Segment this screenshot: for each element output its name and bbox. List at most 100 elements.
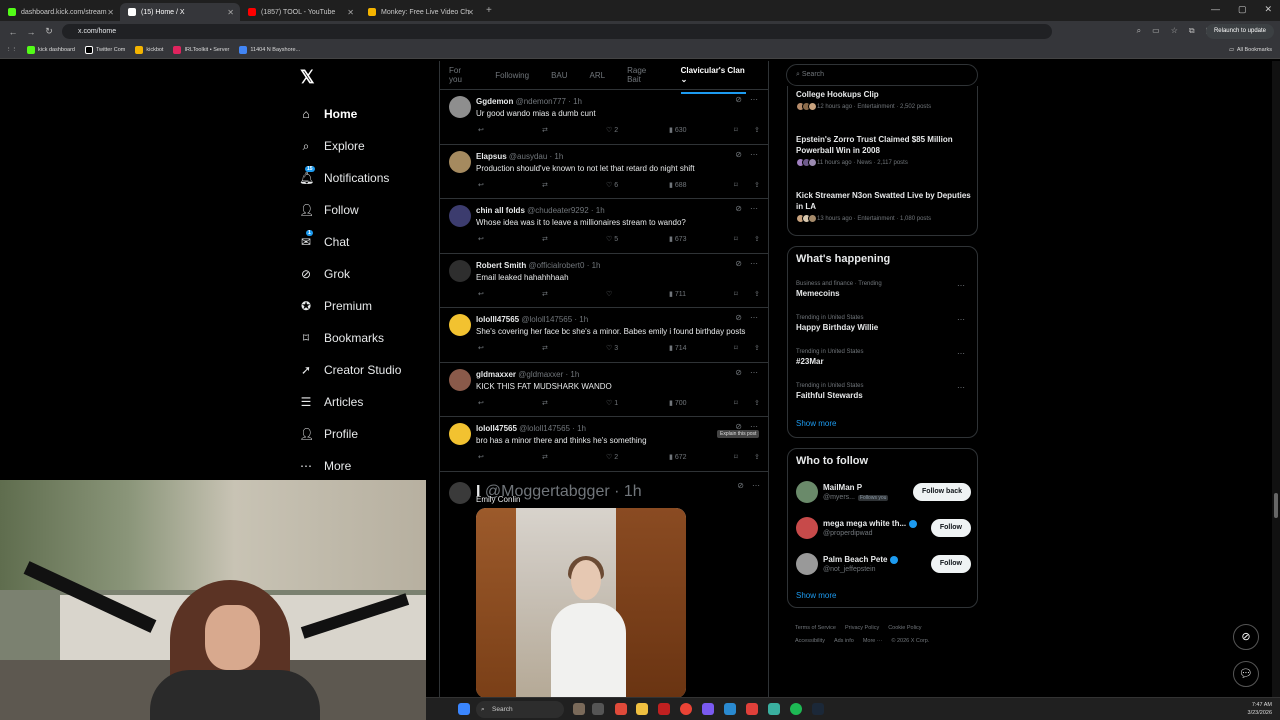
minimize-icon[interactable]: — xyxy=(1211,4,1220,15)
tab-following[interactable]: Following xyxy=(495,71,529,80)
all-bookmarks[interactable]: ▭ All Bookmarks xyxy=(1229,47,1272,53)
user-name[interactable]: Palm Beach Pete xyxy=(823,555,899,564)
more-options-icon[interactable]: ⋯ xyxy=(750,95,758,104)
avatar[interactable] xyxy=(796,517,818,539)
news-item[interactable]: Epstein's Zorro Trust Claimed $85 Millio… xyxy=(796,134,971,167)
tab-rage-bait[interactable]: Rage Bait xyxy=(627,66,658,84)
maximize-icon[interactable]: ▢ xyxy=(1238,4,1247,15)
show-more-link[interactable]: Show more xyxy=(796,591,836,600)
repost-icon[interactable]: ⇄ xyxy=(542,344,548,352)
taskbar-search[interactable]: ⌕ Search xyxy=(476,701,564,718)
tab-for-you[interactable]: For you xyxy=(449,66,473,84)
user-name[interactable]: mega mega white th... xyxy=(823,519,918,528)
author-handle[interactable]: @lololl147565 · 1h xyxy=(521,315,588,324)
tab-bau[interactable]: BAU xyxy=(551,71,567,80)
more-options-icon[interactable]: ⋯ xyxy=(750,259,758,268)
grok-icon[interactable]: ⊘ xyxy=(735,368,742,377)
chrome-icon[interactable] xyxy=(680,703,692,715)
spotify-icon[interactable] xyxy=(790,703,802,715)
avatar[interactable] xyxy=(449,314,471,336)
more-options-icon[interactable]: ⋯ xyxy=(957,281,965,290)
zoom-icon[interactable]: ⌕ xyxy=(1137,26,1141,36)
views-button[interactable]: ▮ 714 xyxy=(669,344,687,352)
like-button[interactable]: ♡ 1 xyxy=(606,399,618,407)
browser-tab[interactable]: (1857) TOOL - YouTube ✕ xyxy=(240,3,360,21)
sidebar-item-creator-studio[interactable]: ➚ Creator Studio xyxy=(299,354,401,386)
extensions-icon[interactable]: ⧉ xyxy=(1189,26,1195,36)
grok-float-button[interactable]: ⊘ xyxy=(1233,624,1259,650)
post[interactable]: Robert Smith @officialrobert0 · 1h ⊘ ⋯ Emai… xyxy=(440,254,768,308)
author-handle[interactable]: @lololl147565 · 1h xyxy=(519,424,586,433)
browser-tab[interactable]: Monkey: Free Live Video Ch ✕ xyxy=(360,3,480,21)
sidebar-item-grok[interactable]: ⊘ Grok xyxy=(299,258,401,290)
trend-item[interactable]: Trending in United States Happy Birthday … xyxy=(796,315,971,332)
author-name[interactable]: chin all folds xyxy=(476,206,525,215)
app-icon[interactable] xyxy=(658,703,670,715)
more-options-icon[interactable]: ⋯ xyxy=(957,315,965,324)
avatar[interactable] xyxy=(449,368,471,391)
avatar[interactable] xyxy=(449,96,471,118)
repost-icon[interactable]: ⇄ xyxy=(542,399,548,407)
sidebar-item-follow[interactable]: 👤︎ Follow xyxy=(299,194,401,226)
bookmark-icon[interactable]: ⌑ xyxy=(734,181,738,189)
sidebar-item-articles[interactable]: ☰ Articles xyxy=(299,386,401,418)
news-item[interactable]: College Hookups Clip 12 hours ago · Enter… xyxy=(796,89,971,111)
reply-icon[interactable]: ↩ xyxy=(478,344,484,352)
scrollbar-thumb[interactable] xyxy=(1274,493,1278,518)
post[interactable]: lololll47565 @lololl147565 · 1h ⊘ ⋯ She's c… xyxy=(440,308,768,363)
author-name[interactable]: lololll47565 xyxy=(476,315,519,324)
bookmark-icon[interactable]: ⌑ xyxy=(734,453,738,461)
avatar[interactable] xyxy=(796,553,818,575)
author-handle[interactable]: @gldmaxxer · 1h xyxy=(518,370,579,379)
reply-icon[interactable]: ↩ xyxy=(478,181,484,189)
like-button[interactable]: ♡ xyxy=(606,290,612,298)
reply-icon[interactable]: ↩ xyxy=(478,235,484,243)
footer-link[interactable]: Terms of Service xyxy=(795,625,836,631)
suggested-user[interactable]: mega mega white th... @properdipwad Follow xyxy=(796,517,971,543)
share-icon[interactable]: ⇪ xyxy=(754,235,760,243)
sidebar-item-home[interactable]: ⌂ Home xyxy=(299,98,401,130)
grok-icon[interactable]: ⊘ xyxy=(735,95,742,104)
close-tab-icon[interactable]: ✕ xyxy=(467,8,474,17)
post-image[interactable] xyxy=(476,508,686,698)
tab-clan[interactable]: Clavicular's Clan ⌄ xyxy=(680,66,747,94)
more-options-icon[interactable]: ⋯ xyxy=(752,481,760,490)
reload-icon[interactable]: ↻ xyxy=(44,26,54,37)
bookmark-item[interactable]: kick dashboard xyxy=(27,46,75,54)
author-name[interactable]: Ggdemon xyxy=(476,97,513,106)
show-more-link[interactable]: Show more xyxy=(796,419,836,428)
author-handle[interactable]: @officialrobert0 · 1h xyxy=(528,261,600,270)
bookmark-icon[interactable]: ⌑ xyxy=(734,290,738,298)
forward-icon[interactable]: → xyxy=(26,27,36,37)
avatar[interactable] xyxy=(449,482,471,504)
grok-icon[interactable]: ⊘ xyxy=(735,259,742,268)
post[interactable]: Elapsus @ausydau · 1h ⊘ ⋯ Production should… xyxy=(440,145,768,199)
sidebar-item-explore[interactable]: ⌕ Explore xyxy=(299,130,401,162)
sidebar-item-premium[interactable]: ✪ Premium xyxy=(299,290,401,322)
url-field[interactable]: x.com/home xyxy=(62,24,1052,39)
share-icon[interactable]: ⇪ xyxy=(754,290,760,298)
sidebar-item-chat[interactable]: ✉ 1 Chat xyxy=(299,226,401,258)
footer-link[interactable]: Cookie Policy xyxy=(888,625,921,631)
suggested-user[interactable]: Palm Beach Pete @not_jeffepstein Follow xyxy=(796,553,971,579)
footer-link[interactable]: Accessibility xyxy=(795,638,825,644)
new-tab-icon[interactable]: + xyxy=(486,5,492,16)
apps-icon[interactable]: ⋮⋮ xyxy=(6,47,17,53)
sidebar-item-bookmarks[interactable]: ⌑ Bookmarks xyxy=(299,322,401,354)
avatar[interactable] xyxy=(449,423,471,445)
tab-arl[interactable]: ARL xyxy=(590,71,606,80)
relaunch-button[interactable]: Relaunch to update xyxy=(1205,24,1274,39)
star-icon[interactable]: ☆ xyxy=(1171,26,1178,36)
steam-icon[interactable] xyxy=(812,703,824,715)
footer-link[interactable]: Privacy Policy xyxy=(845,625,879,631)
more-options-icon[interactable]: ⋯ xyxy=(750,150,758,159)
footer-link[interactable]: Ads info xyxy=(834,638,854,644)
author-name[interactable]: gldmaxxer xyxy=(476,370,516,379)
share-icon[interactable]: ⇪ xyxy=(754,399,760,407)
author-name[interactable]: Robert Smith xyxy=(476,261,526,270)
discord-icon[interactable] xyxy=(702,703,714,715)
like-button[interactable]: ♡ 2 xyxy=(606,453,618,461)
share-icon[interactable]: ⇪ xyxy=(754,453,760,461)
sidebar-item-profile[interactable]: 👤︎ Profile xyxy=(299,418,401,450)
bookmark-icon[interactable]: ⌑ xyxy=(734,126,738,134)
